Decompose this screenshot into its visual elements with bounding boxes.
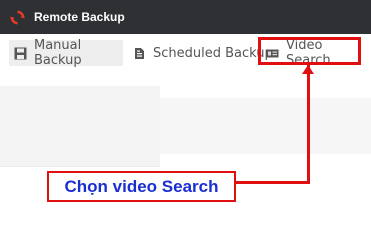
tab-manual-backup[interactable]: Manual Backup: [9, 38, 123, 68]
tab-label: Scheduled Backup: [153, 45, 273, 61]
video-search-highlight: [258, 37, 361, 65]
callout-connector: [307, 65, 310, 183]
tab-scheduled-backup[interactable]: Scheduled Backup: [133, 40, 273, 66]
annotation-label: Chọn video Search: [64, 176, 219, 196]
refresh-icon: [10, 10, 25, 25]
title-bar: Remote Backup: [0, 0, 371, 34]
save-icon: [14, 47, 27, 60]
content-panel: [160, 98, 371, 154]
annotation-callout: Chọn video Search: [47, 171, 236, 202]
callout-connector: [236, 181, 310, 184]
arrow-up-icon: [302, 65, 314, 74]
app-title: Remote Backup: [34, 10, 125, 24]
content-panel: [0, 86, 160, 167]
schedule-document-icon: [133, 47, 146, 60]
tab-label: Manual Backup: [34, 38, 82, 68]
